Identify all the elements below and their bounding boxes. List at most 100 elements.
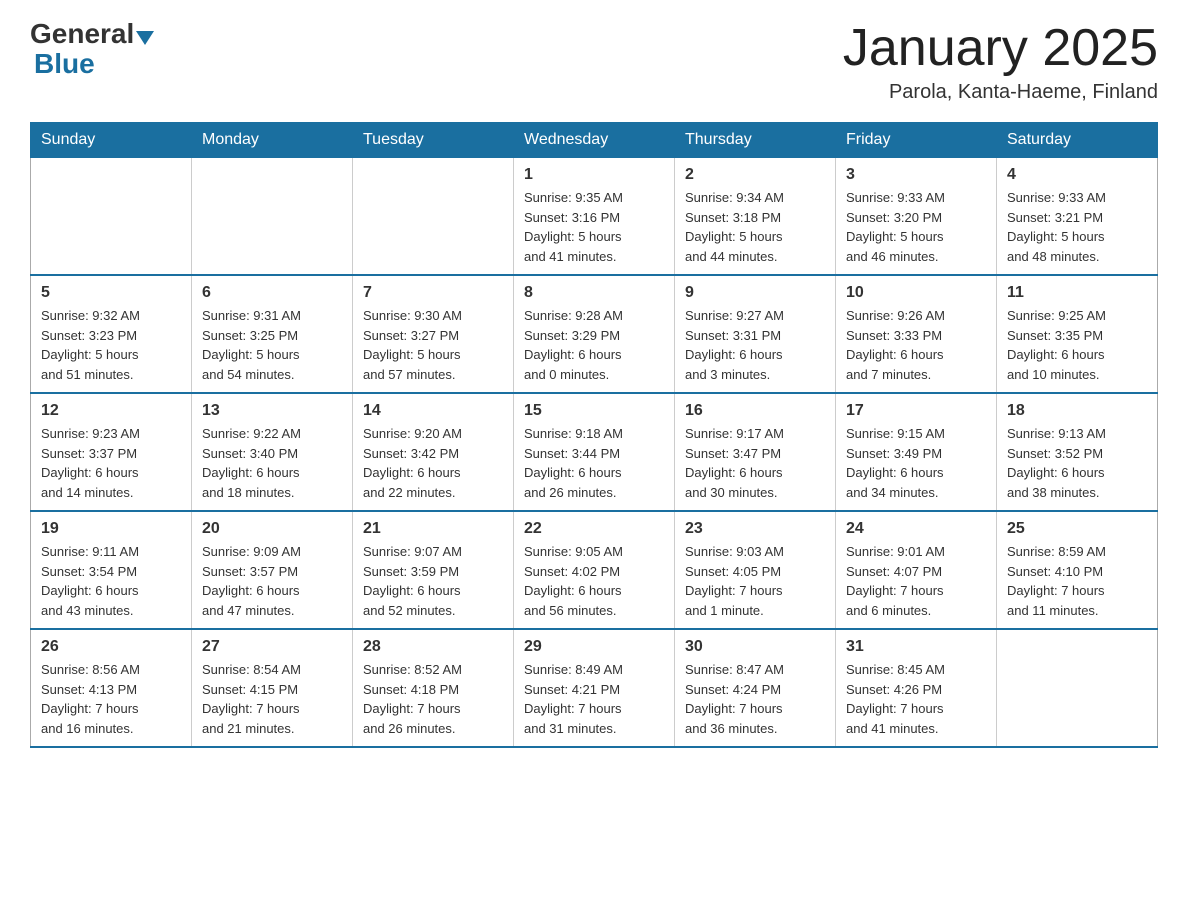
day-info: Sunrise: 8:54 AMSunset: 4:15 PMDaylight:…	[202, 660, 342, 738]
day-info: Sunrise: 9:33 AMSunset: 3:21 PMDaylight:…	[1007, 188, 1147, 266]
day-number: 2	[685, 166, 825, 184]
day-number: 22	[524, 520, 664, 538]
calendar-cell: 10 Sunrise: 9:26 AMSunset: 3:33 PMDayligh…	[836, 275, 997, 393]
calendar-cell: 18 Sunrise: 9:13 AMSunset: 3:52 PMDayligh…	[997, 393, 1158, 511]
day-number: 19	[41, 520, 181, 538]
calendar-cell: 29 Sunrise: 8:49 AMSunset: 4:21 PMDayligh…	[514, 629, 675, 747]
day-number: 20	[202, 520, 342, 538]
calendar-cell: 27 Sunrise: 8:54 AMSunset: 4:15 PMDayligh…	[192, 629, 353, 747]
day-info: Sunrise: 8:52 AMSunset: 4:18 PMDaylight:…	[363, 660, 503, 738]
day-info: Sunrise: 9:34 AMSunset: 3:18 PMDaylight:…	[685, 188, 825, 266]
day-number: 11	[1007, 284, 1147, 302]
day-info: Sunrise: 9:13 AMSunset: 3:52 PMDaylight:…	[1007, 424, 1147, 502]
day-number: 17	[846, 402, 986, 420]
calendar-cell: 17 Sunrise: 9:15 AMSunset: 3:49 PMDayligh…	[836, 393, 997, 511]
day-number: 18	[1007, 402, 1147, 420]
day-number: 29	[524, 638, 664, 656]
day-number: 28	[363, 638, 503, 656]
calendar-cell: 13 Sunrise: 9:22 AMSunset: 3:40 PMDayligh…	[192, 393, 353, 511]
day-info: Sunrise: 8:59 AMSunset: 4:10 PMDaylight:…	[1007, 542, 1147, 620]
calendar-cell	[997, 629, 1158, 747]
header: General Blue January 2025 Parola, Kanta-…	[30, 20, 1158, 104]
day-number: 25	[1007, 520, 1147, 538]
logo-general-text: General	[30, 20, 134, 48]
weekday-header-thursday: Thursday	[675, 123, 836, 158]
day-number: 9	[685, 284, 825, 302]
day-info: Sunrise: 9:27 AMSunset: 3:31 PMDaylight:…	[685, 306, 825, 384]
day-number: 8	[524, 284, 664, 302]
day-info: Sunrise: 9:31 AMSunset: 3:25 PMDaylight:…	[202, 306, 342, 384]
day-number: 4	[1007, 166, 1147, 184]
calendar-cell: 6 Sunrise: 9:31 AMSunset: 3:25 PMDaylight…	[192, 275, 353, 393]
day-info: Sunrise: 9:32 AMSunset: 3:23 PMDaylight:…	[41, 306, 181, 384]
day-info: Sunrise: 9:28 AMSunset: 3:29 PMDaylight:…	[524, 306, 664, 384]
day-info: Sunrise: 9:11 AMSunset: 3:54 PMDaylight:…	[41, 542, 181, 620]
calendar: SundayMondayTuesdayWednesdayThursdayFrid…	[30, 122, 1158, 748]
day-number: 27	[202, 638, 342, 656]
day-number: 23	[685, 520, 825, 538]
logo-blue-text: Blue	[34, 48, 95, 79]
week-row-2: 5Sunrise: 9:32 AMSunset: 3:23 PMDaylight…	[31, 275, 1158, 393]
day-info: Sunrise: 8:45 AMSunset: 4:26 PMDaylight:…	[846, 660, 986, 738]
calendar-cell: 25 Sunrise: 8:59 AMSunset: 4:10 PMDayligh…	[997, 511, 1158, 629]
month-title: January 2025	[843, 20, 1158, 77]
day-info: Sunrise: 9:23 AMSunset: 3:37 PMDaylight:…	[41, 424, 181, 502]
day-info: Sunrise: 8:56 AMSunset: 4:13 PMDaylight:…	[41, 660, 181, 738]
calendar-cell: 7Sunrise: 9:30 AMSunset: 3:27 PMDaylight…	[353, 275, 514, 393]
calendar-cell: 11 Sunrise: 9:25 AMSunset: 3:35 PMDayligh…	[997, 275, 1158, 393]
calendar-cell: 16 Sunrise: 9:17 AMSunset: 3:47 PMDayligh…	[675, 393, 836, 511]
day-number: 10	[846, 284, 986, 302]
day-number: 15	[524, 402, 664, 420]
calendar-cell: 9 Sunrise: 9:27 AMSunset: 3:31 PMDaylight…	[675, 275, 836, 393]
day-number: 21	[363, 520, 503, 538]
day-info: Sunrise: 9:25 AMSunset: 3:35 PMDaylight:…	[1007, 306, 1147, 384]
day-number: 6	[202, 284, 342, 302]
day-info: Sunrise: 9:35 AMSunset: 3:16 PMDaylight:…	[524, 188, 664, 266]
logo: General Blue	[30, 20, 156, 80]
weekday-header-row: SundayMondayTuesdayWednesdayThursdayFrid…	[31, 123, 1158, 158]
weekday-header-tuesday: Tuesday	[353, 123, 514, 158]
day-info: Sunrise: 9:03 AMSunset: 4:05 PMDaylight:…	[685, 542, 825, 620]
day-number: 30	[685, 638, 825, 656]
weekday-header-wednesday: Wednesday	[514, 123, 675, 158]
day-number: 1	[524, 166, 664, 184]
day-info: Sunrise: 9:26 AMSunset: 3:33 PMDaylight:…	[846, 306, 986, 384]
calendar-cell	[31, 158, 192, 276]
day-info: Sunrise: 9:17 AMSunset: 3:47 PMDaylight:…	[685, 424, 825, 502]
day-number: 14	[363, 402, 503, 420]
calendar-cell: 28 Sunrise: 8:52 AMSunset: 4:18 PMDayligh…	[353, 629, 514, 747]
day-number: 16	[685, 402, 825, 420]
calendar-cell	[353, 158, 514, 276]
calendar-cell	[192, 158, 353, 276]
day-number: 12	[41, 402, 181, 420]
day-info: Sunrise: 9:33 AMSunset: 3:20 PMDaylight:…	[846, 188, 986, 266]
day-info: Sunrise: 8:49 AMSunset: 4:21 PMDaylight:…	[524, 660, 664, 738]
calendar-cell: 4 Sunrise: 9:33 AMSunset: 3:21 PMDaylight…	[997, 158, 1158, 276]
day-info: Sunrise: 9:20 AMSunset: 3:42 PMDaylight:…	[363, 424, 503, 502]
calendar-cell: 3 Sunrise: 9:33 AMSunset: 3:20 PMDaylight…	[836, 158, 997, 276]
day-info: Sunrise: 9:05 AMSunset: 4:02 PMDaylight:…	[524, 542, 664, 620]
day-info: Sunrise: 9:18 AMSunset: 3:44 PMDaylight:…	[524, 424, 664, 502]
day-number: 3	[846, 166, 986, 184]
title-section: January 2025 Parola, Kanta-Haeme, Finlan…	[843, 20, 1158, 104]
calendar-cell: 30 Sunrise: 8:47 AMSunset: 4:24 PMDayligh…	[675, 629, 836, 747]
calendar-cell: 12 Sunrise: 9:23 AMSunset: 3:37 PMDayligh…	[31, 393, 192, 511]
calendar-cell: 19 Sunrise: 9:11 AMSunset: 3:54 PMDayligh…	[31, 511, 192, 629]
weekday-header-saturday: Saturday	[997, 123, 1158, 158]
logo-triangle-icon	[136, 31, 154, 45]
day-number: 13	[202, 402, 342, 420]
calendar-cell: 22 Sunrise: 9:05 AMSunset: 4:02 PMDayligh…	[514, 511, 675, 629]
calendar-cell: 15 Sunrise: 9:18 AMSunset: 3:44 PMDayligh…	[514, 393, 675, 511]
calendar-cell: 23 Sunrise: 9:03 AMSunset: 4:05 PMDayligh…	[675, 511, 836, 629]
day-info: Sunrise: 8:47 AMSunset: 4:24 PMDaylight:…	[685, 660, 825, 738]
day-info: Sunrise: 9:15 AMSunset: 3:49 PMDaylight:…	[846, 424, 986, 502]
day-info: Sunrise: 9:01 AMSunset: 4:07 PMDaylight:…	[846, 542, 986, 620]
calendar-cell: 2 Sunrise: 9:34 AMSunset: 3:18 PMDaylight…	[675, 158, 836, 276]
week-row-4: 19 Sunrise: 9:11 AMSunset: 3:54 PMDayligh…	[31, 511, 1158, 629]
calendar-cell: 24 Sunrise: 9:01 AMSunset: 4:07 PMDayligh…	[836, 511, 997, 629]
day-info: Sunrise: 9:22 AMSunset: 3:40 PMDaylight:…	[202, 424, 342, 502]
calendar-cell: 20 Sunrise: 9:09 AMSunset: 3:57 PMDayligh…	[192, 511, 353, 629]
day-number: 24	[846, 520, 986, 538]
day-number: 26	[41, 638, 181, 656]
day-info: Sunrise: 9:09 AMSunset: 3:57 PMDaylight:…	[202, 542, 342, 620]
